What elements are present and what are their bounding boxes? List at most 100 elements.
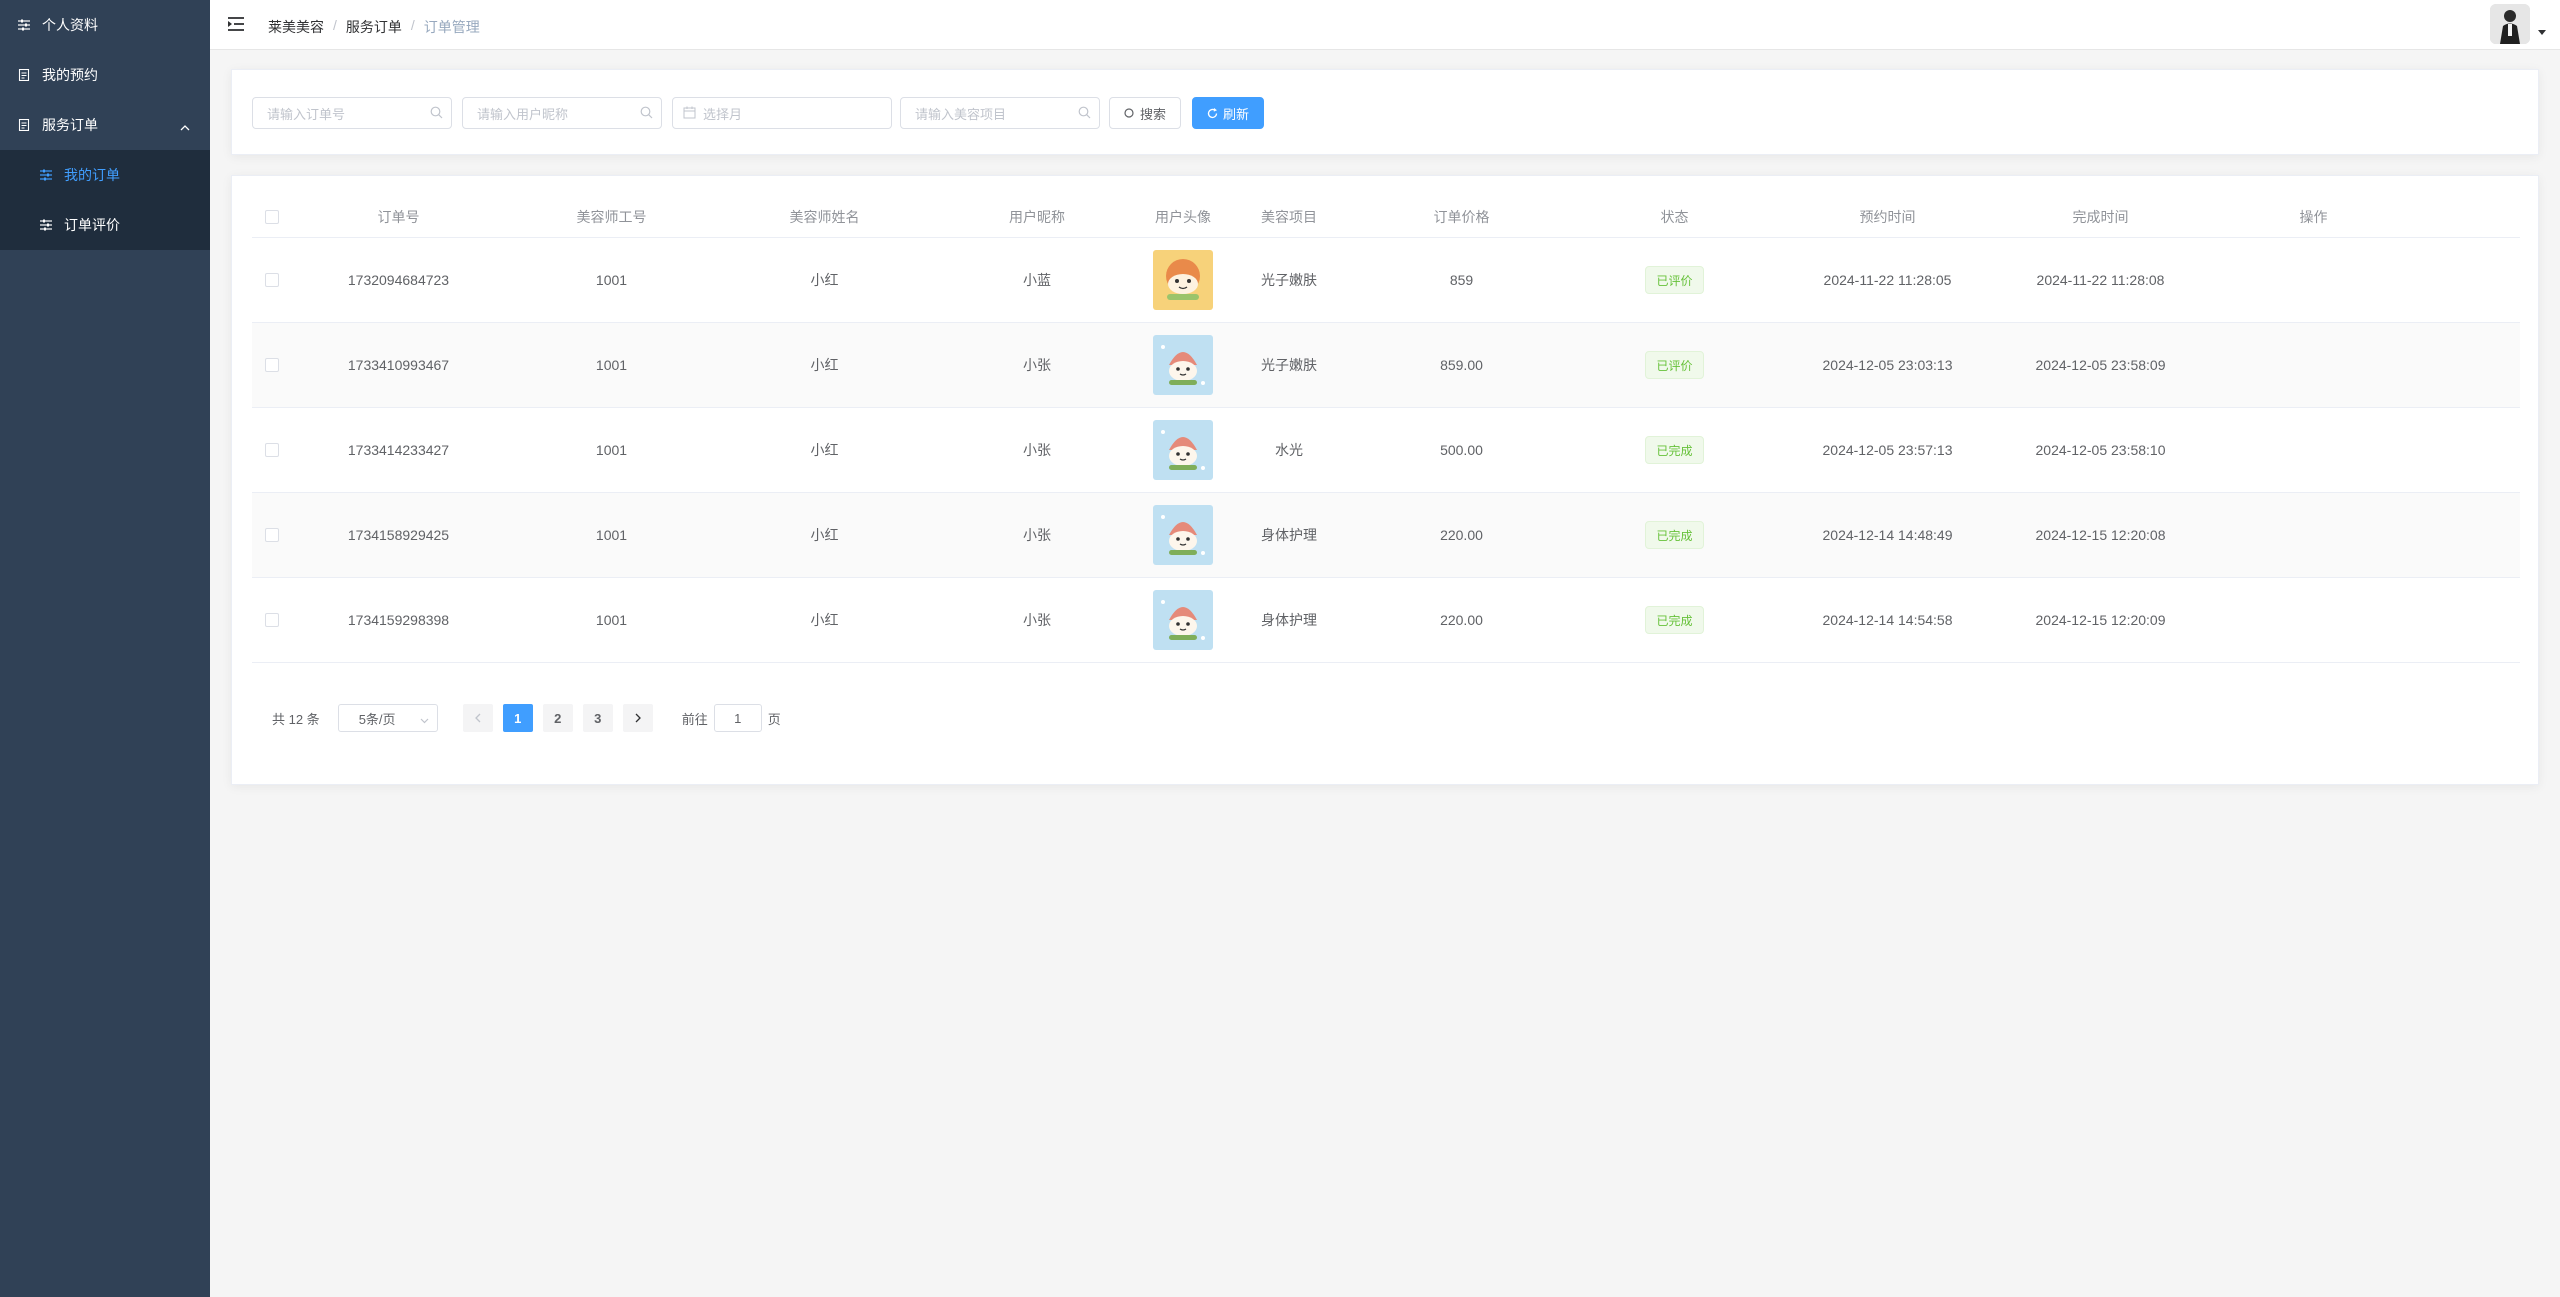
finished-cell: 2024-12-15 12:20:09 <box>2035 612 2166 628</box>
page-button[interactable]: 2 <box>542 704 573 732</box>
column-header: 操作 <box>2299 208 2328 225</box>
sidebar-item-label: 个人资料 <box>42 17 98 33</box>
column-header: 状态 <box>1660 208 1689 225</box>
prev-page-button[interactable] <box>462 704 493 732</box>
document-icon <box>18 119 30 131</box>
search-icon <box>430 106 443 122</box>
user-avatar-cell <box>1143 408 1223 492</box>
booked-cell: 2024-11-22 11:28:05 <box>1823 272 1952 288</box>
sidebar-item-my-orders[interactable]: 我的订单 <box>0 150 210 200</box>
status-badge: 已完成 <box>1645 606 1704 634</box>
user-avatar-cell <box>1143 238 1223 322</box>
status-cell: 已完成 <box>1568 408 1781 492</box>
chevron-right-icon <box>634 711 642 726</box>
actions-cell <box>2207 493 2420 577</box>
booked-cell: 2024-12-05 23:57:13 <box>1822 442 1953 458</box>
price-cell: 859.00 <box>1440 357 1483 373</box>
table-row[interactable]: 1732094684723 1001 小红 小蓝 光子嫩肤 859 已评价 2024-11-2… <box>252 238 2520 323</box>
project-search-input[interactable]: 请输入美容项目 <box>900 97 1100 129</box>
sidebar-item-label: 订单评价 <box>64 217 120 233</box>
price-cell: 220.00 <box>1440 527 1483 543</box>
page-button[interactable]: 1 <box>502 704 533 732</box>
column-header: 美容师姓名 <box>789 208 860 225</box>
caret-down-icon[interactable] <box>2538 30 2546 35</box>
finished-cell: 2024-12-15 12:20:08 <box>2035 527 2166 543</box>
table-row[interactable]: 1733410993467 1001 小红 小张 光子嫩肤 859.00 已评价 2024-1… <box>252 323 2520 408</box>
input-placeholder: 请输入用户昵称 <box>477 106 569 122</box>
sidebar-item-profile[interactable]: 个人资料 <box>0 0 210 50</box>
nickname-search-input[interactable]: 请输入用户昵称 <box>462 97 662 129</box>
finished-cell: 2024-12-05 23:58:09 <box>2035 357 2166 373</box>
row-checkbox[interactable] <box>265 613 279 627</box>
search-button[interactable]: 搜索 <box>1109 97 1181 129</box>
input-placeholder: 请输入美容项目 <box>915 106 1007 122</box>
column-header: 用户昵称 <box>1009 208 1065 225</box>
user-avatar-image[interactable] <box>1153 590 1213 650</box>
user-avatar-image[interactable] <box>1153 420 1213 480</box>
user-avatar-cell <box>1143 323 1223 407</box>
row-checkbox-cell <box>252 578 292 662</box>
user-avatar-image[interactable] <box>1153 335 1213 395</box>
column-header: 美容师工号 <box>576 208 647 225</box>
breadcrumb-item[interactable]: 莱美美容 <box>268 17 324 37</box>
nickname-cell: 小张 <box>1023 442 1051 458</box>
project-cell: 光子嫩肤 <box>1261 357 1317 373</box>
table-row[interactable]: 1734159298398 1001 小红 小张 身体护理 220.00 已完成 2024-1… <box>252 578 2520 663</box>
page-size-value: 5条/页 <box>358 711 396 727</box>
row-checkbox[interactable] <box>265 273 279 287</box>
column-header: 订单价格 <box>1433 208 1490 225</box>
status-badge: 已完成 <box>1645 436 1704 464</box>
staff-name-cell: 小红 <box>810 442 839 458</box>
page-list: 123 <box>498 704 618 732</box>
menu-toggle-icon[interactable] <box>228 16 246 32</box>
staff-no-cell: 1001 <box>595 612 628 628</box>
input-placeholder: 请输入订单号 <box>267 106 346 122</box>
user-avatar-image[interactable] <box>1153 250 1213 310</box>
refresh-button[interactable]: 刷新 <box>1192 97 1264 129</box>
table-body: 1732094684723 1001 小红 小蓝 光子嫩肤 859 已评价 2024-11-2… <box>252 238 2520 663</box>
goto-prefix: 前往 <box>681 711 708 727</box>
staff-no-cell: 1001 <box>595 272 628 288</box>
goto-suffix: 页 <box>767 711 781 727</box>
table-row[interactable]: 1733414233427 1001 小红 小张 水光 500.00 已完成 2024-12-… <box>252 408 2520 493</box>
select-all-checkbox[interactable] <box>265 209 279 224</box>
page-button[interactable]: 3 <box>582 704 613 732</box>
page-jumper: 前往 1 页 <box>682 704 781 732</box>
document-icon <box>18 69 30 81</box>
search-icon <box>1124 107 1135 119</box>
breadcrumb-item[interactable]: 服务订单 <box>346 17 402 37</box>
row-checkbox[interactable] <box>265 443 279 457</box>
sidebar-item-appointments[interactable]: 我的预约 <box>0 50 210 100</box>
column-header: 用户头像 <box>1155 208 1211 225</box>
project-cell: 光子嫩肤 <box>1261 272 1317 288</box>
staff-name-cell: 小红 <box>810 357 839 373</box>
status-cell: 已评价 <box>1568 238 1781 322</box>
order-no-search-input[interactable]: 请输入订单号 <box>252 97 452 129</box>
sidebar-item-label: 我的预约 <box>42 67 98 83</box>
row-checkbox-cell <box>252 323 292 407</box>
pagination: 共 12 条 5条/页 123 前往 1 页 <box>272 704 781 732</box>
status-cell: 已完成 <box>1568 578 1781 662</box>
row-checkbox[interactable] <box>265 358 279 372</box>
select-all-checkbox-cell <box>252 196 292 237</box>
row-checkbox[interactable] <box>265 528 279 542</box>
column-header: 订单号 <box>377 208 420 225</box>
page-size-select[interactable]: 5条/页 <box>337 704 438 732</box>
row-checkbox-cell <box>252 408 292 492</box>
sliders-icon <box>18 19 30 31</box>
nickname-cell: 小张 <box>1023 612 1051 628</box>
orders-table-panel: 订单号 美容师工号 美容师姓名 用户昵称 用户头像 美容项目 订单价格 状态 预… <box>231 175 2539 785</box>
user-avatar[interactable] <box>2490 4 2530 44</box>
table-row[interactable]: 1734158929425 1001 小红 小张 身体护理 220.00 已完成 2024-1… <box>252 493 2520 578</box>
sidebar-item-order-reviews[interactable]: 订单评价 <box>0 200 210 250</box>
breadcrumb-separator: / <box>333 17 337 33</box>
goto-page-input[interactable]: 1 <box>713 704 762 732</box>
next-page-button[interactable] <box>622 704 653 732</box>
actions-cell <box>2207 578 2420 662</box>
sidebar-item-service-orders[interactable]: 服务订单 <box>0 100 210 150</box>
user-avatar-image[interactable] <box>1153 505 1213 565</box>
column-header: 预约时间 <box>1859 208 1916 225</box>
table-header-row: 订单号 美容师工号 美容师姓名 用户昵称 用户头像 美容项目 订单价格 状态 预… <box>252 196 2520 238</box>
month-picker-input[interactable]: 选择月 <box>672 97 892 129</box>
actions-cell <box>2207 408 2420 492</box>
